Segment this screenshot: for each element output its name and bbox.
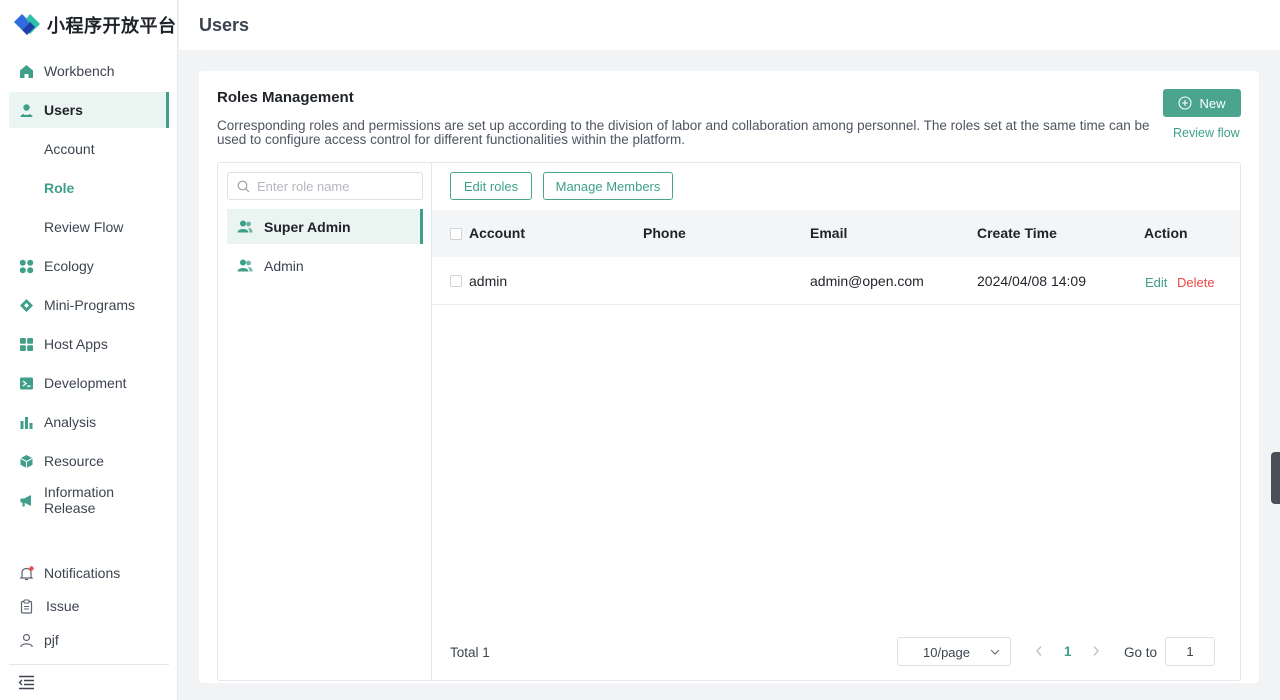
members-section: Edit roles Manage Members Account Phone … [432,163,1240,680]
page-size-value: 10/page [923,645,970,660]
sidebar-item-label: Mini-Programs [44,297,136,313]
cell-email: admin@open.com [810,273,924,289]
new-button-label: New [1199,95,1226,111]
select-all-checkbox[interactable] [450,228,462,240]
search-icon [237,180,250,193]
page-size-select[interactable]: 10/page [897,637,1011,666]
role-label: Super Admin [264,218,351,235]
sidebar-item-ecology[interactable]: Ecology [9,248,169,284]
megaphone-icon [20,495,31,507]
bell-icon [19,566,34,581]
chevron-down-icon [990,649,1000,655]
clipboard-icon [20,599,33,614]
sidebar-item-label: Notifications [44,565,121,581]
page-title: Users [199,15,250,35]
manage-members-button[interactable]: Manage Members [543,172,673,200]
role-label: Admin [264,257,304,274]
page-number-current[interactable]: 1 [1064,644,1072,659]
sidebar-item-mini-programs[interactable]: Mini-Programs [9,287,169,323]
role-item-admin[interactable]: Admin [227,248,423,283]
total-count: Total 1 [450,645,490,660]
column-header: Phone [643,225,686,241]
goto-page-input[interactable] [1165,637,1215,666]
roles-management-card: Roles Management Corresponding roles and… [199,71,1259,683]
sidebar-item-review-flow[interactable]: Review Flow [9,209,169,245]
person-outline-icon [20,633,33,648]
sidebar-item-workbench[interactable]: Workbench [9,53,169,89]
collapse-menu-icon[interactable] [18,675,35,690]
column-header: Email [810,225,848,241]
diamond-icon [20,299,33,312]
sidebar-item-issue[interactable]: Issue [9,588,169,624]
roles-panel: Super Admin Admin Edit roles Manage Memb… [217,162,1241,681]
prev-page-icon[interactable] [1034,645,1044,657]
sidebar-item-label: Issue [46,598,80,614]
brand[interactable]: 小程序开放平台 [12,10,177,40]
column-header: Action [1144,225,1188,241]
sidebar-item-label: Resource [44,453,104,469]
sidebar-item-label: Host Apps [44,336,108,352]
user-icon [20,104,33,117]
sidebar-item-account[interactable]: Account [9,131,169,167]
brand-name: 小程序开放平台 [47,16,177,37]
sidebar-item-user[interactable]: pjf [9,622,169,658]
new-button[interactable]: New [1163,89,1241,117]
side-drawer-handle[interactable] [1271,452,1280,504]
cell-account: admin [469,273,508,289]
sidebar-item-label: Ecology [44,258,94,274]
grid-dots-icon [19,259,34,274]
next-page-icon[interactable] [1091,645,1101,657]
sidebar-item-host-apps[interactable]: Host Apps [9,326,169,362]
home-icon [20,65,33,78]
terminal-icon [20,377,33,390]
cube-icon [20,455,33,468]
sidebar-item-label: Account [44,141,95,157]
edit-roles-button[interactable]: Edit roles [450,172,532,200]
sidebar-item-label: Role [44,180,75,196]
sidebar-item-label: Development [44,375,127,391]
plus-circle-icon [1178,96,1193,110]
sidebar-item-development[interactable]: Development [9,365,169,401]
users-group-icon [237,259,253,272]
role-item-super-admin[interactable]: Super Admin [227,209,423,244]
delete-link[interactable]: Delete [1177,275,1215,290]
cell-create-time: 2024/04/08 14:09 [977,273,1086,289]
top-bar: Users [179,0,1280,50]
bar-chart-icon [20,417,33,429]
sidebar-item-analysis[interactable]: Analysis [9,404,169,440]
card-title: Roles Management [217,89,354,106]
review-flow-link[interactable]: Review flow [1173,126,1240,140]
sidebar: 小程序开放平台 Workbench Users Account Role Rev… [0,0,178,700]
sidebar-item-users[interactable]: Users [9,92,169,128]
sidebar-item-label: Workbench [44,63,115,79]
card-description: Corresponding roles and permissions are … [217,118,1150,147]
column-header: Account [469,225,525,241]
sidebar-item-notifications[interactable]: Notifications [9,555,169,591]
sidebar-divider [9,664,169,665]
sidebar-item-label: Information Release [44,484,115,516]
row-checkbox[interactable] [450,275,462,287]
sidebar-item-role[interactable]: Role [9,170,169,206]
diamond-logo-icon [14,14,40,35]
role-search[interactable] [227,172,423,200]
table-header: Account Phone Email Create Time Action [432,210,1240,257]
role-search-input[interactable] [257,177,417,195]
sidebar-item-label: Review Flow [44,219,124,235]
sidebar-item-information-release[interactable]: Information Release [9,482,169,518]
sidebar-item-label: Users [44,102,83,118]
users-group-icon [237,220,253,233]
edit-link[interactable]: Edit [1145,275,1167,290]
column-header: Create Time [977,225,1057,241]
apps-icon [20,338,33,351]
roles-list: Super Admin Admin [218,163,432,680]
goto-label: Go to [1124,645,1158,660]
sidebar-item-label: Analysis [44,414,97,430]
table-row: admin admin@open.com 2024/04/08 14:09 Ed… [432,257,1240,305]
sidebar-item-resource[interactable]: Resource [9,443,169,479]
sidebar-item-label: pjf [44,632,59,648]
